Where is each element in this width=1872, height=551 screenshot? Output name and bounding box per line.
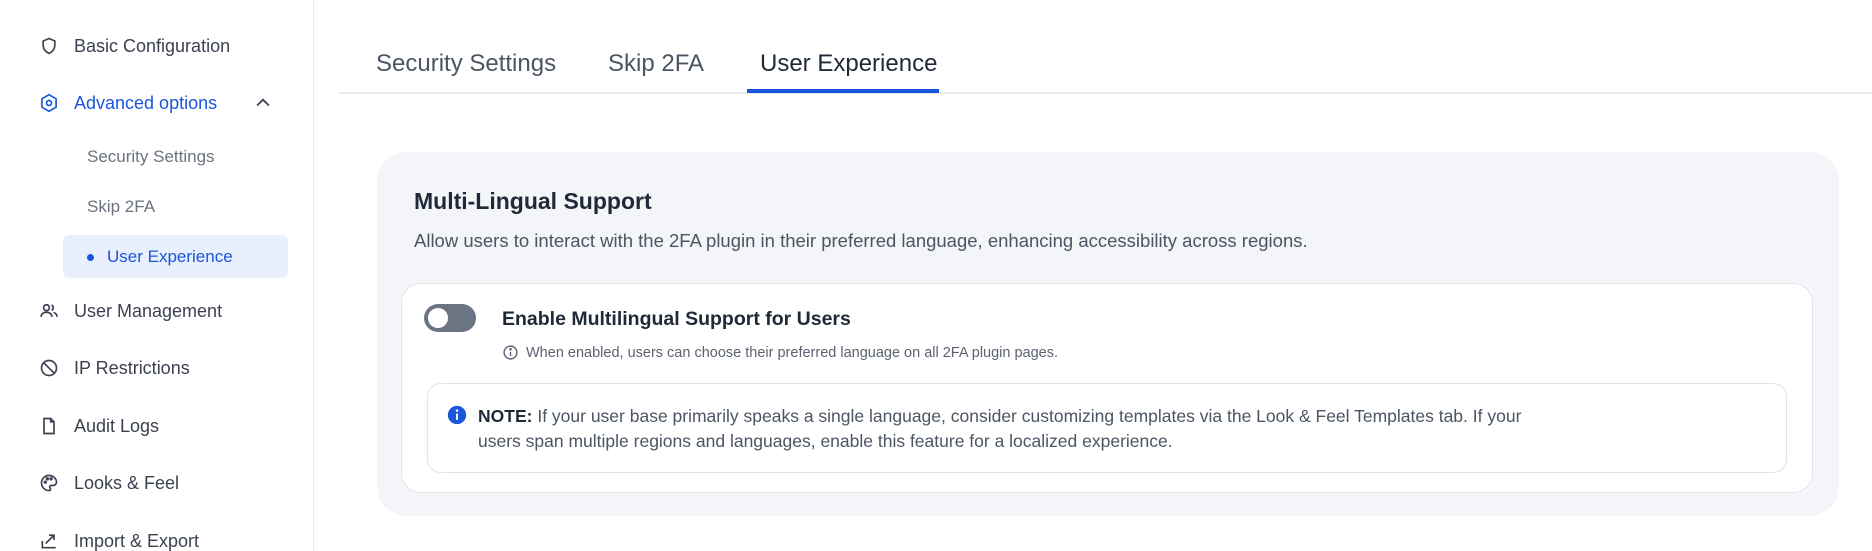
export-icon [38,530,60,551]
section-title: Multi-Lingual Support [414,188,652,214]
sidebar-item-basic-configuration[interactable]: Basic Configuration [38,31,230,61]
sidebar-subitem-label: User Experience [107,246,233,266]
sidebar-subitem-skip-2fa[interactable]: Skip 2FA [87,194,155,220]
sidebar-subitem-user-experience[interactable]: User Experience [63,235,288,278]
settings-hex-icon [38,92,60,114]
toggle-knob [428,308,448,328]
active-tab-indicator [747,89,939,93]
section-description: Allow users to interact with the 2FA plu… [414,230,1308,251]
palette-icon [38,472,60,494]
sidebar-item-user-management[interactable]: User Management [38,296,222,326]
sidebar-item-label: Advanced options [74,92,218,113]
sidebar-item-label: Basic Configuration [74,35,231,56]
sidebar-subitem-security-settings[interactable]: Security Settings [87,144,215,170]
tab-security-settings[interactable]: Security Settings [376,50,556,78]
sidebar-subitem-label: Security Settings [87,147,215,166]
note-body: If your user base primarily speaks a sin… [478,406,1522,451]
multilingual-toggle[interactable] [424,304,476,332]
shield-icon [38,35,60,57]
sidebar-item-label: Audit Logs [74,415,160,436]
multilingual-support-card: Multi-Lingual Support Allow users to int… [377,152,1839,516]
sidebar-item-ip-restrictions[interactable]: IP Restrictions [38,353,190,383]
sidebar-item-label: User Management [74,300,223,321]
sidebar-item-audit-logs[interactable]: Audit Logs [38,411,159,441]
users-icon [38,300,60,322]
tab-bar: Security Settings Skip 2FA User Experien… [339,0,1872,94]
tab-skip-2fa[interactable]: Skip 2FA [608,50,704,78]
tab-user-experience[interactable]: User Experience [760,50,937,78]
sidebar: Basic Configuration Advanced options Sec… [0,0,314,551]
toggle-label: Enable Multilingual Support for Users [502,308,851,330]
active-dot-icon [87,254,94,261]
file-icon [38,415,60,437]
sidebar-item-advanced-options[interactable]: Advanced options [38,88,217,118]
info-outline-icon [502,344,520,362]
sidebar-subitem-label: Skip 2FA [87,197,156,216]
hint-label: When enabled, users can choose their pre… [526,345,1059,361]
hint-text: When enabled, users can choose their pre… [502,344,1058,362]
note-text: NOTE: If your user base primarily speaks… [478,404,1538,454]
sidebar-item-import-export[interactable]: Import & Export [38,526,199,551]
ban-icon [38,357,60,379]
chevron-up-icon[interactable] [252,92,274,114]
note-label: NOTE: [478,406,533,426]
sidebar-item-looks-feel[interactable]: Looks & Feel [38,468,179,498]
sidebar-item-label: Import & Export [74,530,200,551]
note-box: NOTE: If your user base primarily speaks… [427,383,1787,473]
sidebar-item-label: IP Restrictions [74,357,190,378]
info-icon [447,405,467,425]
setting-panel: Enable Multilingual Support for Users Wh… [401,283,1813,493]
sidebar-item-label: Looks & Feel [74,472,180,493]
